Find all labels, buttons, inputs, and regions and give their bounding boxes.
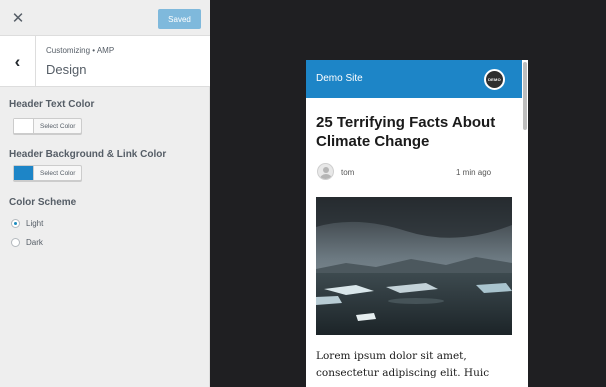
color-scheme-label: Color Scheme bbox=[9, 197, 77, 208]
amp-header: Demo Site DEMO bbox=[306, 60, 522, 98]
header-text-color-label: Header Text Color bbox=[9, 99, 95, 110]
radio-checked-icon[interactable] bbox=[11, 219, 20, 228]
preview-area: Demo Site DEMO 25 Terrifying Facts About… bbox=[210, 0, 606, 387]
header-bg-link-color-label: Header Background & Link Color bbox=[9, 149, 167, 160]
panel-header: ‹ Customizing • AMP Design bbox=[0, 36, 210, 87]
panel-title: Design bbox=[46, 62, 87, 77]
header-bg-link-color-swatch bbox=[14, 166, 34, 180]
chevron-left-icon[interactable]: ‹ bbox=[0, 36, 36, 87]
header-text-color-swatch bbox=[14, 119, 34, 133]
user-avatar-icon bbox=[317, 163, 334, 180]
radio-label-dark: Dark bbox=[26, 238, 43, 247]
post-time: 1 min ago bbox=[456, 168, 492, 177]
site-title[interactable]: Demo Site bbox=[316, 73, 363, 84]
color-scheme-light-option[interactable]: Light bbox=[11, 219, 43, 228]
breadcrumb: Customizing • AMP bbox=[46, 46, 115, 55]
site-logo-icon[interactable]: DEMO bbox=[484, 69, 505, 90]
amp-preview-frame: Demo Site DEMO 25 Terrifying Facts About… bbox=[306, 60, 522, 387]
radio-label-light: Light bbox=[26, 219, 44, 228]
saved-button[interactable]: Saved bbox=[158, 9, 201, 29]
customizer-topbar: ✕ Saved bbox=[0, 0, 210, 36]
customizer-sidebar: ✕ Saved ‹ Customizing • AMP Design Heade… bbox=[0, 0, 210, 387]
featured-image bbox=[316, 197, 512, 335]
header-text-color-picker[interactable]: Select Color bbox=[13, 118, 83, 134]
header-bg-link-color-picker[interactable]: Select Color bbox=[13, 165, 83, 181]
radio-unchecked-icon[interactable] bbox=[11, 238, 20, 247]
post-excerpt: Lorem ipsum dolor sit amet, consectetur … bbox=[316, 350, 490, 379]
post-title[interactable]: 25 Terrifying Facts About Climate Change bbox=[316, 113, 512, 151]
color-scheme-dark-option[interactable]: Dark bbox=[11, 238, 43, 247]
scroll-thumb[interactable] bbox=[523, 62, 527, 130]
close-icon[interactable]: ✕ bbox=[0, 0, 36, 36]
author-name: tom bbox=[341, 168, 355, 177]
preview-scrollbar[interactable] bbox=[522, 60, 528, 387]
select-color-label: Select Color bbox=[40, 169, 76, 177]
select-color-label: Select Color bbox=[40, 122, 76, 130]
